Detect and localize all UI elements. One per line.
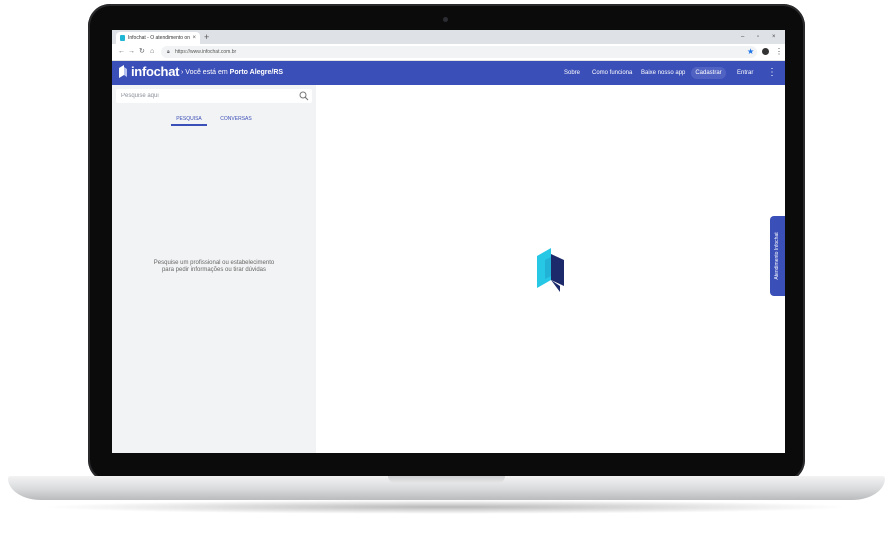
tab-conversas[interactable]: CONVERSAS (220, 116, 252, 122)
side-tab-label: Atendimento Infochat (774, 232, 780, 280)
logo-text[interactable]: infochat (131, 63, 179, 81)
bookmark-star-icon[interactable]: ★ (747, 44, 754, 60)
forward-icon[interactable]: → (128, 44, 135, 60)
browser-menu-icon[interactable]: ⋮ (775, 44, 783, 60)
browser-tab[interactable]: Infochat - O atendimento online × (116, 32, 200, 44)
address-bar[interactable]: 🔒︎ https://www.infochat.com.br (161, 46, 757, 58)
tab-title: Infochat - O atendimento online (128, 35, 190, 41)
nav-como-funciona[interactable]: Como funciona (592, 61, 632, 85)
signup-button[interactable]: Cadastrar (691, 67, 726, 79)
search-input[interactable] (116, 89, 301, 103)
back-icon[interactable]: ← (118, 44, 125, 60)
camera-icon (443, 17, 448, 22)
infochat-center-logo-icon (537, 248, 564, 292)
login-button[interactable]: Entrar (737, 61, 753, 85)
home-icon[interactable]: ⌂ (150, 44, 154, 60)
profile-icon[interactable] (762, 48, 769, 55)
laptop-notch (388, 476, 505, 483)
minimize-icon[interactable]: – (741, 30, 744, 44)
search-box (116, 89, 312, 103)
browser-toolbar: ← → ↻ ⌂ 🔒︎ https://www.infochat.com.br ★… (112, 44, 785, 61)
close-window-icon[interactable]: × (772, 30, 776, 44)
search-icon[interactable] (299, 91, 309, 101)
empty-message-line-1: Pesquise um profissional ou estabelecime… (153, 260, 275, 266)
infochat-logo-icon[interactable] (118, 65, 128, 79)
search-sidebar: PESQUISA CONVERSAS Pesquise um profissio… (112, 85, 316, 453)
screen: Infochat - O atendimento online × + – ▫ … (112, 30, 785, 453)
more-menu-icon[interactable]: ⋮ (767, 61, 777, 85)
nav-baixe-app[interactable]: Baixe nosso app (641, 61, 685, 85)
reload-icon[interactable]: ↻ (139, 44, 145, 60)
tab-close-icon[interactable]: × (192, 32, 196, 44)
lock-icon: 🔒︎ (167, 49, 170, 55)
url-text[interactable]: https://www.infochat.com.br (175, 46, 236, 58)
restore-icon[interactable]: ▫ (757, 30, 759, 44)
tab-pesquisa[interactable]: PESQUISA (171, 116, 207, 126)
empty-state-message: Pesquise um profissional ou estabelecime… (132, 260, 296, 274)
location-city: Porto Alegre/RS (229, 69, 284, 76)
new-tab-button[interactable]: + (204, 31, 209, 43)
nav-sobre[interactable]: Sobre (564, 61, 580, 85)
chevron-right-icon: › (181, 69, 184, 76)
main-content: Atendimento Infochat (316, 85, 785, 453)
location-selector[interactable]: › Você está em Porto Alegre/RS (181, 61, 283, 85)
app-header: infochat › Você está em Porto Alegre/RS … (112, 61, 785, 85)
browser-tabstrip: Infochat - O atendimento online × + – ▫ … (112, 30, 785, 44)
laptop-shadow (40, 500, 853, 514)
favicon-icon (120, 35, 125, 41)
location-prefix: Você está em (185, 69, 228, 76)
atendimento-side-tab[interactable]: Atendimento Infochat (770, 216, 785, 296)
empty-message-line-2: para pedir informações ou tirar dúvidas (161, 267, 267, 273)
